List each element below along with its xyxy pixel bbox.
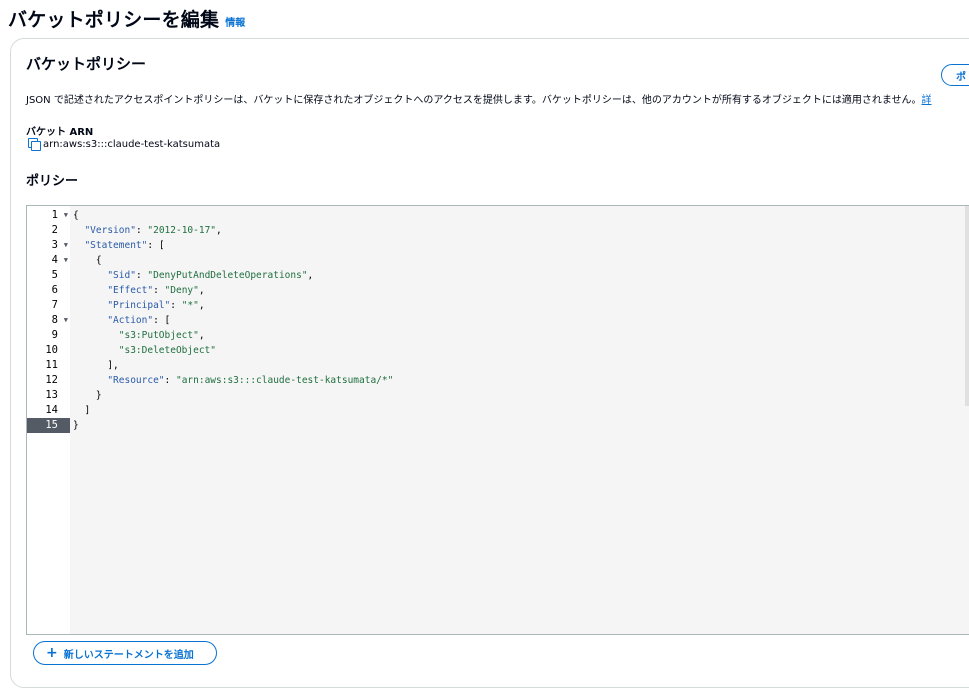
line-number-text: 6 xyxy=(51,284,58,296)
bucket-arn-label: バケット ARN xyxy=(26,127,94,138)
page-header: バケットポリシーを編集 情報 xyxy=(8,5,245,32)
fold-arrow-icon[interactable]: ▼ xyxy=(64,313,68,328)
line-number: 9 xyxy=(27,328,70,343)
line-number: 8 ▼ xyxy=(27,313,70,328)
description-text: JSON で記述されたアクセスポイントポリシーは、バケットに保存されたオブジェク… xyxy=(26,95,922,106)
add-statement-label: 新しいステートメントを追加 xyxy=(63,649,194,661)
line-number-text: 5 xyxy=(51,269,58,281)
line-number-text: 15 xyxy=(45,419,58,431)
line-number: 15 xyxy=(27,418,70,433)
line-number: 4 ▼ xyxy=(27,253,70,268)
code-line[interactable]: "Version": "2012-10-17", xyxy=(73,223,221,238)
code-line[interactable]: "Principal": "*", xyxy=(73,298,204,313)
line-number: 3 ▼ xyxy=(27,238,70,253)
add-statement-button[interactable]: + 新しいステートメントを追加 xyxy=(33,641,217,665)
line-number-text: 8 xyxy=(51,314,58,326)
code-line[interactable]: "s3:PutObject", xyxy=(73,328,205,343)
line-number: 10 xyxy=(27,343,70,358)
editor-gutter: 1 ▼ 2 3 ▼ 4 ▼ 5 6 7 8 ▼ 9 10 11 12 13 14 15 xyxy=(27,206,70,634)
line-number-text: 3 xyxy=(51,239,58,251)
code-line[interactable]: } xyxy=(73,418,79,433)
policy-label: ポリシー xyxy=(26,174,79,189)
code-line[interactable]: "s3:DeleteObject" xyxy=(73,343,216,358)
fold-arrow-icon[interactable]: ▼ xyxy=(64,238,68,253)
code-line[interactable]: "Resource": "arn:aws:s3:::claude-test-ka… xyxy=(73,373,393,388)
line-number-text: 1 xyxy=(51,209,58,221)
line-number-text: 2 xyxy=(51,224,58,236)
policy-container: バケットポリシー ポ JSON で記述されたアクセスポイントポリシーは、バケット… xyxy=(10,38,969,688)
bucket-arn-row: arn:aws:s3:::claude-test-katsumata xyxy=(28,138,221,151)
policy-code-editor[interactable]: 1 ▼ 2 3 ▼ 4 ▼ 5 6 7 8 ▼ 9 10 11 12 13 14 15 { "Version": "… xyxy=(26,205,969,635)
line-number-text: 13 xyxy=(45,389,58,401)
line-number-text: 14 xyxy=(45,404,58,416)
line-number: 1 ▼ xyxy=(27,208,70,223)
code-line[interactable]: ] xyxy=(73,403,90,418)
line-number: 14 xyxy=(27,403,70,418)
line-number: 5 xyxy=(27,268,70,283)
code-line[interactable]: "Action": [ xyxy=(73,313,170,328)
code-line[interactable]: "Effect": "Deny", xyxy=(73,283,204,298)
line-number-text: 9 xyxy=(51,329,58,341)
plus-icon: + xyxy=(46,645,58,661)
line-number: 7 xyxy=(27,298,70,313)
bucket-arn-value: arn:aws:s3:::claude-test-katsumata xyxy=(43,138,221,150)
line-number-text: 10 xyxy=(45,344,58,356)
info-link[interactable]: 情報 xyxy=(225,14,245,29)
line-number-text: 7 xyxy=(51,299,58,311)
line-number-text: 4 xyxy=(51,254,58,266)
policy-generator-button[interactable]: ポ xyxy=(941,64,969,86)
line-number-text: 12 xyxy=(45,374,58,386)
copy-icon[interactable] xyxy=(28,138,41,151)
code-line[interactable]: "Sid": "DenyPutAndDeleteOperations", xyxy=(73,268,313,283)
line-number: 11 xyxy=(27,358,70,373)
policy-description: JSON で記述されたアクセスポイントポリシーは、バケットに保存されたオブジェク… xyxy=(26,91,932,106)
description-link[interactable]: 詳 xyxy=(922,95,932,106)
code-line[interactable]: } xyxy=(73,388,102,403)
editor-scrollbar[interactable] xyxy=(965,206,969,406)
line-number-text: 11 xyxy=(45,359,58,371)
code-line[interactable]: { xyxy=(73,253,102,268)
line-number: 13 xyxy=(27,388,70,403)
code-line[interactable]: "Statement": [ xyxy=(73,238,164,253)
line-number: 12 xyxy=(27,373,70,388)
code-line[interactable]: ], xyxy=(73,358,118,373)
page-title: バケットポリシーを編集 xyxy=(8,9,220,31)
fold-arrow-icon[interactable]: ▼ xyxy=(64,208,68,223)
line-number: 2 xyxy=(27,223,70,238)
code-line[interactable]: { xyxy=(73,208,79,223)
line-number: 6 xyxy=(27,283,70,298)
fold-arrow-icon[interactable]: ▼ xyxy=(64,253,68,268)
section-title: バケットポリシー xyxy=(26,55,147,73)
